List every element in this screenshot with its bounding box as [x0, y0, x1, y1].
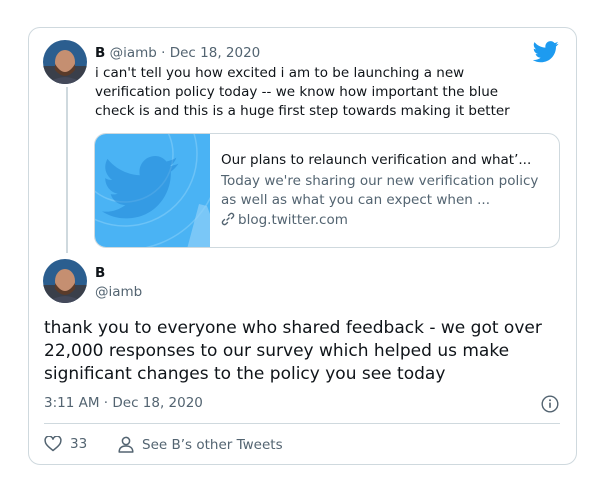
main-author-name[interactable]: B	[95, 265, 105, 281]
quoted-author-handle[interactable]: @iamb	[110, 45, 157, 61]
main-tweet-text: thank you to everyone who shared feedbac…	[44, 318, 542, 384]
tweet-timestamp[interactable]: 3:11 AM · Dec 18, 2020	[44, 395, 203, 411]
link-domain: blog.twitter.com	[221, 212, 348, 228]
link-icon	[221, 212, 235, 226]
like-button[interactable]: 33	[44, 435, 88, 452]
link-title[interactable]: Our plans to relaunch verification and w…	[221, 152, 556, 168]
like-count: 33	[70, 436, 88, 452]
see-other-tweets-label: See B’s other Tweets	[142, 437, 283, 453]
person-icon	[118, 436, 134, 453]
thread-connector	[66, 87, 68, 253]
quoted-tweet-text: i can't tell you how excited i am to be …	[95, 65, 510, 119]
quoted-author-name[interactable]: B	[95, 45, 105, 61]
quoted-avatar[interactable]	[43, 40, 87, 84]
heart-icon	[44, 435, 62, 452]
quoted-date[interactable]: Dec 18, 2020	[170, 45, 261, 61]
link-preview-card[interactable]: Our plans to relaunch verification and w…	[94, 133, 560, 248]
main-author-handle[interactable]: @iamb	[95, 284, 142, 300]
twitter-bird-icon[interactable]	[532, 41, 559, 63]
info-icon[interactable]	[541, 395, 559, 413]
link-thumbnail[interactable]	[95, 134, 222, 247]
link-domain-text: blog.twitter.com	[238, 212, 348, 228]
link-description: Today we're sharing our new verification…	[221, 173, 539, 208]
see-other-tweets-link[interactable]: See B’s other Tweets	[118, 436, 283, 453]
quoted-header: B @iamb · Dec 18, 2020	[95, 45, 260, 61]
quoted-separator: ·	[161, 45, 166, 61]
actions-divider	[44, 423, 560, 424]
main-avatar[interactable]	[43, 259, 87, 303]
